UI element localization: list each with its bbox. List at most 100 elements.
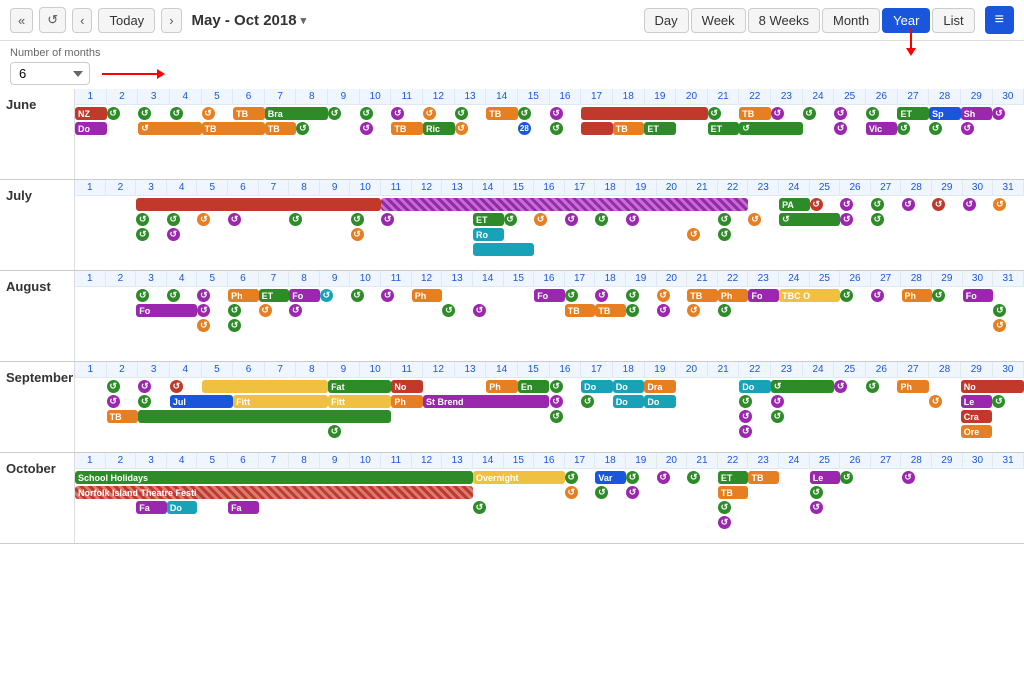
day-number[interactable]: 3 xyxy=(138,89,170,104)
day-number[interactable]: 30 xyxy=(963,453,994,468)
event-chip[interactable]: ↺ xyxy=(840,289,853,302)
event-chip[interactable]: ↺ xyxy=(550,410,563,423)
event-chip[interactable]: ↺ xyxy=(626,486,639,499)
day-number[interactable]: 20 xyxy=(676,362,708,377)
menu-button[interactable]: ≡ xyxy=(985,6,1014,34)
event-chip[interactable]: ↺ xyxy=(360,107,373,120)
event-chip[interactable]: Fitt xyxy=(233,395,328,408)
event-chip[interactable] xyxy=(581,107,708,120)
event-chip[interactable]: ↺ xyxy=(771,395,784,408)
event-chip[interactable]: ↺ xyxy=(550,380,563,393)
event-chip[interactable]: ET xyxy=(897,107,929,120)
event-chip[interactable]: ↺ xyxy=(473,501,486,514)
day-number[interactable]: 17 xyxy=(565,271,596,286)
next-button[interactable]: › xyxy=(161,8,181,33)
event-chip[interactable]: ↺ xyxy=(739,425,752,438)
day-number[interactable]: 15 xyxy=(518,362,550,377)
event-chip[interactable]: ↺ xyxy=(328,107,341,120)
event-chip[interactable]: St Brend xyxy=(423,395,550,408)
day-number[interactable]: 12 xyxy=(412,180,443,195)
day-number[interactable]: 7 xyxy=(265,362,297,377)
event-chip[interactable]: Do xyxy=(581,380,613,393)
event-chip[interactable]: ↺ xyxy=(718,501,731,514)
day-number[interactable]: 22 xyxy=(739,89,771,104)
event-chip[interactable]: ↺ xyxy=(834,380,847,393)
day-number[interactable]: 9 xyxy=(328,362,360,377)
event-chip[interactable]: ↺ xyxy=(381,213,394,226)
event-chip[interactable]: ↺ xyxy=(902,198,915,211)
day-number[interactable]: 4 xyxy=(170,362,202,377)
event-chip[interactable]: Fo xyxy=(136,304,197,317)
day-number[interactable]: 1 xyxy=(75,271,106,286)
refresh-button[interactable]: ↺ xyxy=(39,7,66,33)
day-number[interactable]: 22 xyxy=(718,180,749,195)
day-number[interactable]: 29 xyxy=(961,362,993,377)
event-chip[interactable]: ↺ xyxy=(687,471,700,484)
day-number[interactable]: 29 xyxy=(932,180,963,195)
day-number[interactable]: 6 xyxy=(233,89,265,104)
event-chip[interactable]: ↺ xyxy=(708,107,721,120)
event-chip[interactable]: ↺ xyxy=(136,289,149,302)
day-number[interactable]: 16 xyxy=(550,362,582,377)
day-number[interactable]: 2 xyxy=(106,271,137,286)
event-chip[interactable]: ↺ xyxy=(138,107,151,120)
day-number[interactable]: 27 xyxy=(898,362,930,377)
event-chip[interactable]: ↺ xyxy=(771,107,784,120)
event-chip[interactable]: ↺ xyxy=(595,289,608,302)
event-chip[interactable]: ↺ xyxy=(259,304,272,317)
event-chip[interactable]: TB xyxy=(202,122,265,135)
event-chip[interactable]: ↺ xyxy=(657,289,670,302)
event-chip[interactable]: ↺ xyxy=(961,122,974,135)
day-number[interactable]: 28 xyxy=(929,362,961,377)
day-number[interactable]: 10 xyxy=(360,362,392,377)
day-number[interactable]: 26 xyxy=(840,453,871,468)
event-chip[interactable]: ET xyxy=(644,122,676,135)
day-number[interactable]: 9 xyxy=(320,271,351,286)
event-chip[interactable]: ↺ xyxy=(657,471,670,484)
day-number[interactable]: 19 xyxy=(626,271,657,286)
event-chip[interactable]: ↺ xyxy=(320,289,333,302)
day-number[interactable]: 1 xyxy=(75,180,106,195)
event-chip[interactable] xyxy=(202,380,329,393)
day-number[interactable]: 13 xyxy=(442,271,473,286)
day-number[interactable]: 18 xyxy=(613,362,645,377)
day-number[interactable]: 11 xyxy=(391,362,423,377)
event-chip[interactable]: ↺ xyxy=(718,516,731,529)
day-number[interactable]: 14 xyxy=(473,453,504,468)
day-number[interactable]: 12 xyxy=(423,89,455,104)
day-number[interactable]: 11 xyxy=(381,453,412,468)
event-chip[interactable]: ↺ xyxy=(626,471,639,484)
day-number[interactable]: 3 xyxy=(136,453,167,468)
event-chip[interactable]: ET xyxy=(259,289,290,302)
day-number[interactable]: 29 xyxy=(932,453,963,468)
event-chip[interactable]: ↺ xyxy=(993,319,1006,332)
event-chip[interactable]: Le xyxy=(810,471,841,484)
event-chip[interactable]: ↺ xyxy=(202,107,215,120)
event-chip[interactable]: ↺ xyxy=(167,228,180,241)
day-number[interactable]: 21 xyxy=(687,271,718,286)
event-chip[interactable]: ↺ xyxy=(840,198,853,211)
day-number[interactable]: 24 xyxy=(779,180,810,195)
event-chip[interactable]: ↺ xyxy=(534,213,547,226)
event-chip[interactable]: ↺ xyxy=(504,213,517,226)
day-number[interactable]: 12 xyxy=(412,453,443,468)
day-number[interactable]: 9 xyxy=(320,453,351,468)
event-chip[interactable]: ↺ xyxy=(897,122,910,135)
day-number[interactable]: 18 xyxy=(613,89,645,104)
event-chip[interactable]: ↺ xyxy=(771,380,834,393)
event-chip[interactable]: ↺ xyxy=(351,228,364,241)
event-chip[interactable]: No xyxy=(391,380,423,393)
event-chip[interactable]: Ph xyxy=(718,289,749,302)
event-chip[interactable]: Fo xyxy=(289,289,320,302)
day-number[interactable]: 16 xyxy=(534,271,565,286)
event-chip[interactable]: ↺ xyxy=(550,122,563,135)
event-chip[interactable]: ↺ xyxy=(167,289,180,302)
event-chip[interactable]: NZ xyxy=(75,107,107,120)
day-number[interactable]: 3 xyxy=(136,271,167,286)
day-number[interactable]: 25 xyxy=(834,89,866,104)
event-chip[interactable]: ↺ xyxy=(138,395,151,408)
event-chip[interactable]: ↺ xyxy=(518,107,531,120)
event-chip[interactable]: Jul xyxy=(170,395,233,408)
event-chip[interactable]: Do xyxy=(75,122,107,135)
day-number[interactable]: 7 xyxy=(265,89,297,104)
